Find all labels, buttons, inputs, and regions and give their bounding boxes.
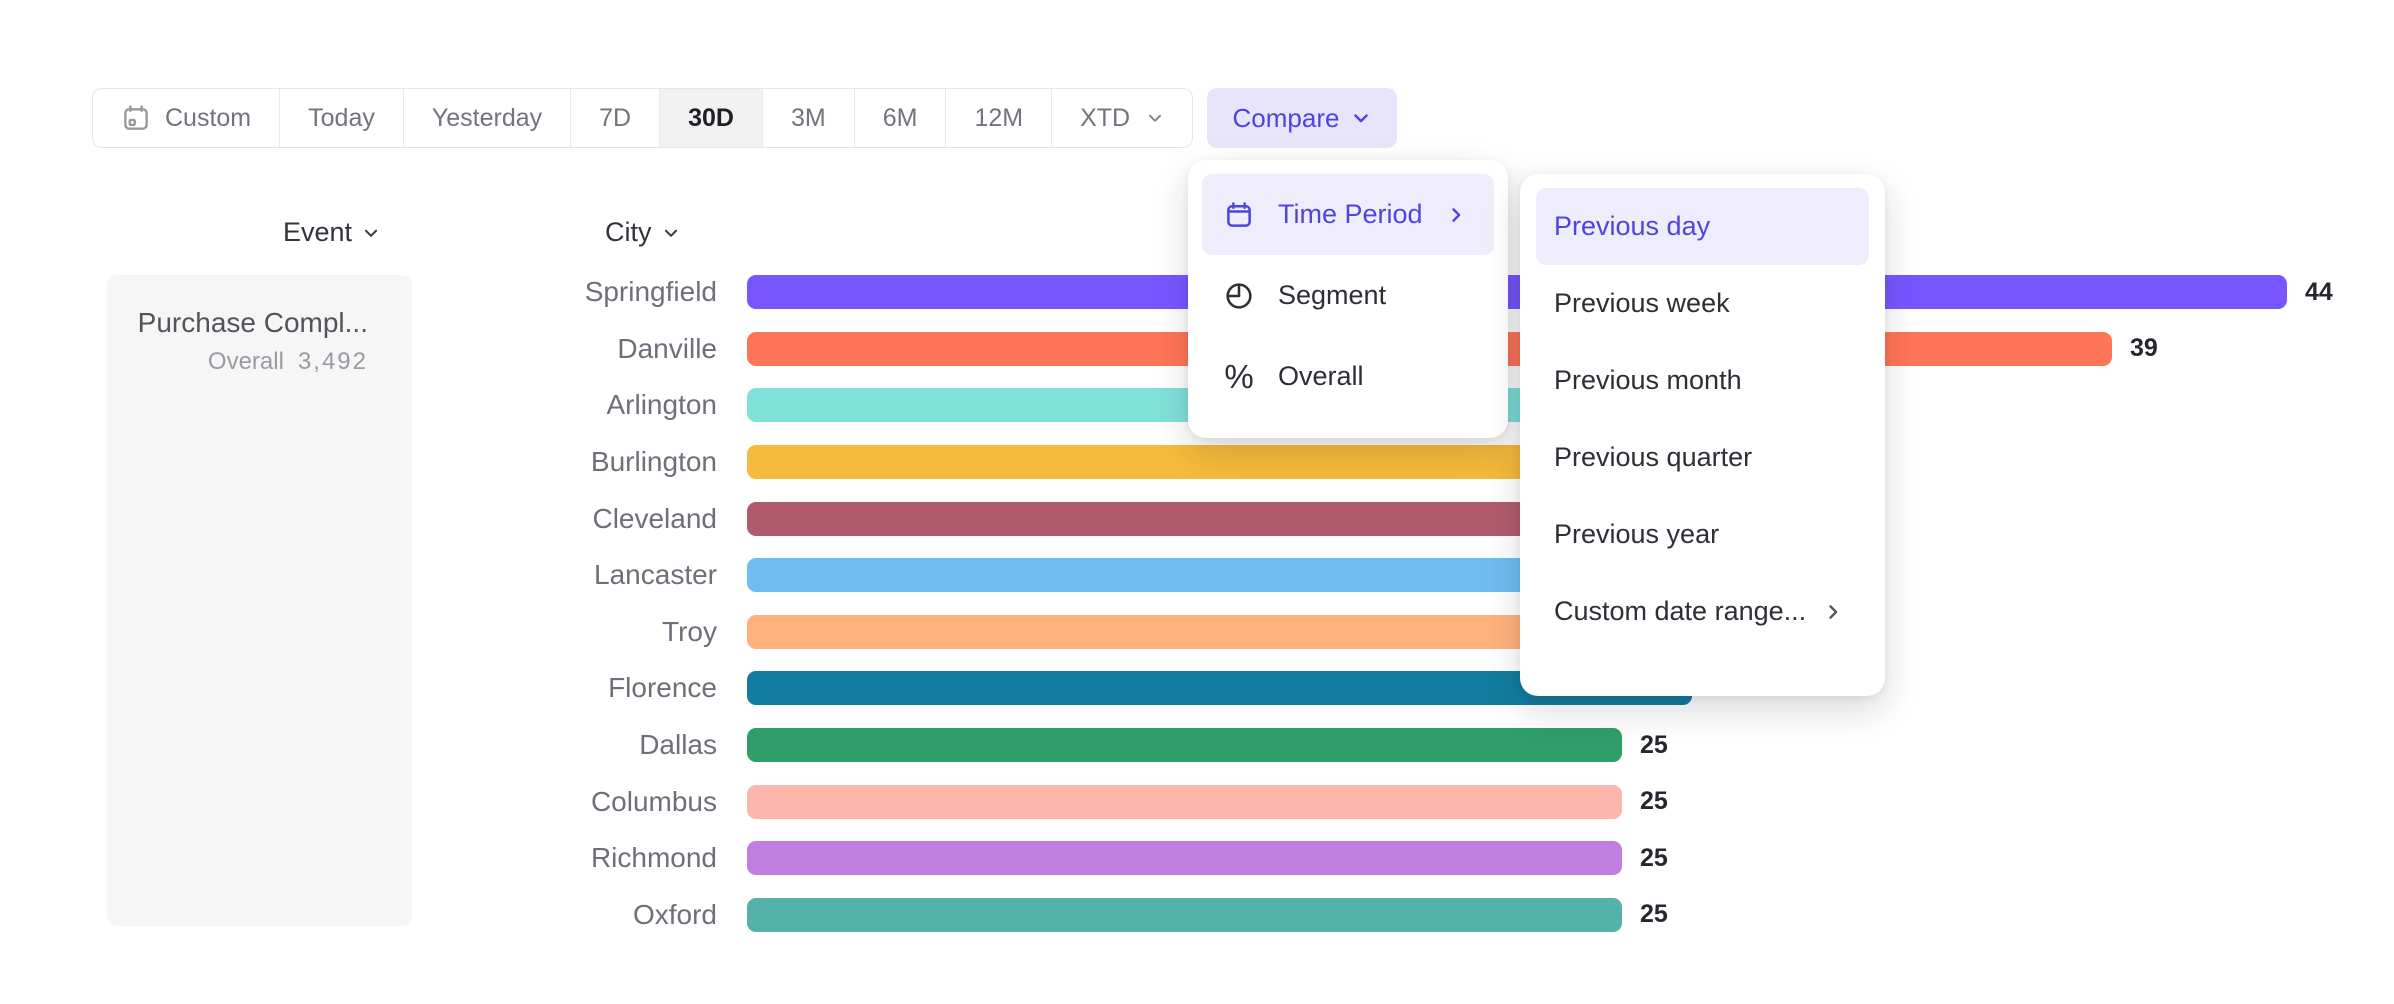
chevron-right-icon	[1446, 205, 1466, 225]
overall-label: Overall	[208, 348, 284, 375]
date-range-7d-button[interactable]: 7D	[570, 89, 659, 147]
segment-icon	[1222, 280, 1256, 312]
chevron-down-icon	[1146, 109, 1164, 127]
bar-category-label: Oxford	[400, 899, 717, 931]
event-column-label: Event	[283, 217, 352, 248]
event-name: Purchase Compl...	[127, 305, 368, 340]
bar-columbus[interactable]	[747, 785, 1622, 819]
bar-row: Burlington	[400, 434, 2394, 491]
bar-category-label: Florence	[400, 672, 717, 704]
menu-item-label: Segment	[1278, 280, 1386, 311]
bar-category-label: Danville	[400, 333, 717, 365]
submenu-item-previous-month[interactable]: Previous month	[1536, 342, 1869, 419]
bar-dallas[interactable]	[747, 728, 1622, 762]
menu-item-label: Time Period	[1278, 199, 1423, 230]
submenu-item-previous-week[interactable]: Previous week	[1536, 265, 1869, 342]
bar-row: Cleveland	[400, 490, 2394, 547]
submenu-item-previous-day[interactable]: Previous day	[1536, 188, 1869, 265]
date-range-custom-button[interactable]: Custom	[93, 89, 279, 147]
bar-row: Troy	[400, 604, 2394, 661]
bar-row: Oxford 25	[400, 887, 2394, 944]
bar-springfield[interactable]	[747, 275, 2287, 309]
bar-value-label: 25	[1640, 731, 1668, 760]
bar-value-label: 39	[2130, 334, 2158, 363]
city-column-label: City	[605, 217, 652, 248]
bar-value-label: 44	[2305, 278, 2333, 307]
date-range-xtd-button[interactable]: XTD	[1051, 89, 1192, 147]
submenu-item-label: Previous quarter	[1554, 442, 1752, 473]
submenu-item-label: Previous year	[1554, 519, 1719, 550]
bar-row: Lancaster	[400, 547, 2394, 604]
bar-richmond[interactable]	[747, 841, 1622, 875]
submenu-item-previous-year[interactable]: Previous year	[1536, 496, 1869, 573]
compare-dropdown-menu: Time Period Segment % Overall	[1188, 160, 1508, 438]
time-period-submenu: Previous day Previous week Previous mont…	[1520, 174, 1885, 696]
menu-item-overall[interactable]: % Overall	[1202, 336, 1494, 417]
city-column-header[interactable]: City	[605, 217, 680, 248]
bar-category-label: Springfield	[400, 276, 717, 308]
menu-item-label: Overall	[1278, 361, 1364, 392]
bar-category-label: Arlington	[400, 389, 717, 421]
date-range-12m-button[interactable]: 12M	[945, 89, 1051, 147]
bar-value-label: 25	[1640, 844, 1668, 873]
submenu-item-previous-quarter[interactable]: Previous quarter	[1536, 419, 1869, 496]
menu-item-segment[interactable]: Segment	[1202, 255, 1494, 336]
bar-row: Columbus 25	[400, 773, 2394, 830]
bar-category-label: Cleveland	[400, 503, 717, 535]
date-range-3m-button[interactable]: 3M	[762, 89, 854, 147]
overall-value: 3,492	[298, 348, 368, 375]
bar-category-label: Lancaster	[400, 559, 717, 591]
chevron-down-icon	[362, 224, 380, 242]
calendar-icon	[1222, 200, 1256, 230]
compare-button[interactable]: Compare	[1207, 88, 1397, 148]
chevron-down-icon	[1351, 108, 1371, 128]
event-card[interactable]: Purchase Compl... Overall 3,492	[107, 275, 412, 926]
submenu-item-label: Previous month	[1554, 365, 1742, 396]
submenu-item-label: Previous week	[1554, 288, 1730, 319]
bar-category-label: Dallas	[400, 729, 717, 761]
bar-row: Richmond 25	[400, 830, 2394, 887]
submenu-item-custom-date-range[interactable]: Custom date range...	[1536, 573, 1869, 650]
submenu-item-label: Custom date range...	[1554, 596, 1806, 627]
bar-oxford[interactable]	[747, 898, 1622, 932]
date-range-custom-label: Custom	[165, 104, 251, 133]
bar-row: Florence	[400, 660, 2394, 717]
bar-value-label: 25	[1640, 900, 1668, 929]
event-overall-row: Overall 3,492	[127, 348, 368, 376]
date-range-30d-button[interactable]: 30D	[659, 89, 762, 147]
bar-category-label: Burlington	[400, 446, 717, 478]
date-range-yesterday-button[interactable]: Yesterday	[403, 89, 570, 147]
chevron-down-icon	[662, 224, 680, 242]
event-column-header[interactable]: Event	[283, 217, 380, 248]
bar-value-label: 25	[1640, 787, 1668, 816]
bar-category-label: Columbus	[400, 786, 717, 818]
menu-item-time-period[interactable]: Time Period	[1202, 174, 1494, 255]
compare-button-label: Compare	[1233, 103, 1340, 134]
date-range-today-button[interactable]: Today	[279, 89, 403, 147]
date-range-toolbar: Custom Today Yesterday 7D 30D 3M 6M 12M …	[92, 88, 1193, 148]
calendar-icon	[121, 103, 151, 133]
bar-category-label: Troy	[400, 616, 717, 648]
analytics-report-canvas: Custom Today Yesterday 7D 30D 3M 6M 12M …	[0, 0, 2394, 1004]
percent-icon: %	[1222, 360, 1256, 393]
chevron-right-icon	[1823, 602, 1843, 622]
bar-row: Dallas 25	[400, 717, 2394, 774]
bar-category-label: Richmond	[400, 842, 717, 874]
submenu-item-label: Previous day	[1554, 211, 1710, 242]
date-range-6m-button[interactable]: 6M	[854, 89, 946, 147]
